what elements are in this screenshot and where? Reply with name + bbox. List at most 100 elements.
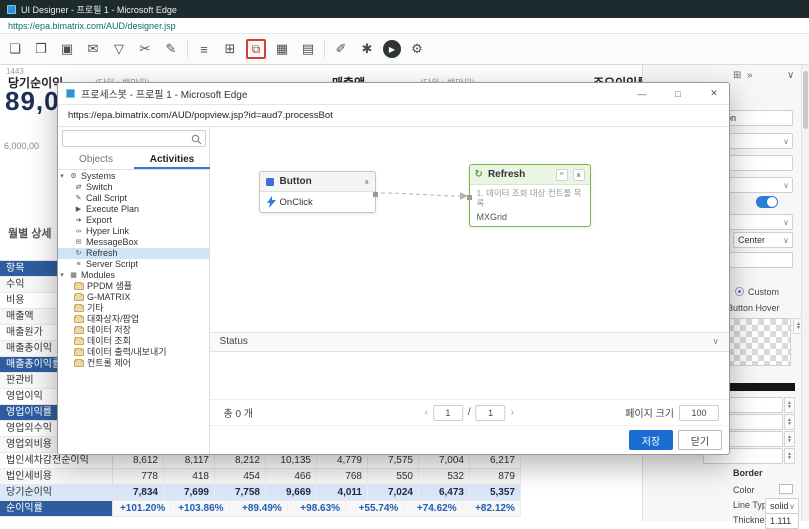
tree-item-대화상자-팝업[interactable]: 대화상자/팝업 — [58, 314, 210, 325]
filter-icon[interactable]: ▽ — [109, 39, 129, 59]
collapse-chevron-icon[interactable]: ∧ — [364, 178, 370, 186]
spin-1[interactable]: ▲ ▼ — [784, 397, 795, 413]
spin-4[interactable]: ▲ ▼ — [784, 448, 795, 464]
tree-item-refresh[interactable]: ↻ Refresh — [58, 248, 210, 259]
panel-grid-icon[interactable]: ⊞ — [733, 70, 741, 81]
enabled-toggle[interactable] — [756, 196, 778, 208]
align-select[interactable]: Center ∨ — [733, 232, 793, 248]
process-bot-icon[interactable]: ⧉ — [246, 39, 266, 59]
flow-canvas[interactable]: Button ∧ OnClick ↻ Refresh ≡ ∧ 1. 데이터 조회… — [209, 127, 729, 332]
list-icon[interactable]: ≡ — [194, 39, 214, 59]
refresh-node[interactable]: ↻ Refresh ≡ ∧ 1. 데이터 조회 대상 컨트롤 목록 MXGrid — [466, 164, 591, 227]
calendar-icon[interactable]: ▦ — [272, 39, 292, 59]
tree-item-데이터-저장[interactable]: 데이터 저장 — [58, 325, 210, 336]
popup-url[interactable]: https://epa.bimatrix.com/AUD/popview.jsp… — [68, 110, 333, 121]
current-page-input[interactable]: 1 — [432, 404, 463, 421]
save-icon[interactable]: ▣ — [57, 39, 77, 59]
close-button[interactable]: 닫기 — [678, 430, 722, 451]
tree-root-modules[interactable]: ▾ ▦ Modules — [58, 270, 210, 281]
mail-icon[interactable]: ✉ — [83, 39, 103, 59]
refresh-node-header[interactable]: ↻ Refresh ≡ ∧ — [469, 165, 590, 185]
panel-chevron-icon[interactable]: ∨ — [787, 70, 794, 81]
sidebar-tabs: Objects Activities — [58, 151, 210, 170]
row-value: 778 — [113, 469, 164, 484]
status-section-body — [209, 351, 729, 400]
popup-title: 프로세스봇 - 프로필 1 - Microsoft Edge — [81, 90, 248, 101]
minimize-button[interactable]: — — [627, 83, 657, 105]
status-section-header[interactable]: Status ∨ — [209, 331, 729, 352]
tree-item-hyper-link[interactable]: ∞ Hyper Link — [58, 226, 210, 237]
hyper-link-icon: ∞ — [76, 228, 81, 235]
address-bar[interactable]: https://epa.bimatrix.com/AUD/designer.js… — [0, 18, 809, 34]
tree-item-export[interactable]: ➜ Export — [58, 215, 210, 226]
button-node-out-port[interactable] — [372, 192, 378, 197]
thickness-field[interactable]: 1.111 — [765, 513, 799, 529]
tab-activities[interactable]: Activities — [134, 151, 210, 169]
custom-radio[interactable] — [735, 287, 744, 296]
gear-icon[interactable]: ⚙ — [407, 39, 427, 59]
close-window-button[interactable]: ✕ — [699, 83, 729, 105]
tree-item-컨트롤-제어[interactable]: 컨트롤 제어 — [58, 358, 210, 369]
tree-item-messagebox[interactable]: ✉ MessageBox — [58, 237, 210, 248]
button-node-event[interactable]: OnClick — [280, 197, 313, 208]
link-icon[interactable]: ⊞ — [220, 39, 240, 59]
edit-pencil-icon[interactable]: ✎ — [161, 39, 181, 59]
line-type-select[interactable]: solid ∨ — [765, 498, 799, 514]
button-node-header[interactable]: Button ∧ — [259, 172, 375, 192]
panel-collapse-icon[interactable]: » — [747, 70, 753, 81]
play-icon[interactable]: ▶ — [383, 40, 401, 58]
tree-item-데이터-조회[interactable]: 데이터 조회 — [58, 336, 210, 347]
refresh-node-menu-icon[interactable]: ≡ — [555, 168, 568, 181]
row-value: 8,212 — [215, 453, 266, 468]
tree-item-execute-plan[interactable]: ▶ Execute Plan — [58, 204, 210, 215]
tree-item-ppdm-샘플[interactable]: PPDM 샘플 — [58, 281, 210, 292]
row-value: 5,357 — [470, 485, 521, 500]
tools-icon[interactable]: ✱ — [357, 39, 377, 59]
panel-scrollbar[interactable] — [801, 65, 809, 521]
status-chevron-icon[interactable]: ∨ — [712, 336, 719, 347]
page-size-input[interactable]: 100 — [679, 404, 719, 421]
refresh-node-in-port[interactable] — [466, 195, 472, 200]
spin-3[interactable]: ▲ ▼ — [784, 431, 795, 447]
folder-icon — [74, 282, 84, 290]
tree-item-데이터-출력-내보내기[interactable]: 데이터 출력/내보내기 — [58, 347, 210, 358]
refresh-node-collapse-icon[interactable]: ∧ — [572, 168, 585, 181]
page-url[interactable]: https://epa.bimatrix.com/AUD/designer.js… — [8, 21, 176, 31]
monthly-detail-title: 월별 상세 — [8, 228, 52, 240]
browser-title-bar: UI Designer - 프로필 1 - Microsoft Edge — [0, 0, 809, 18]
tab-objects[interactable]: Objects — [58, 151, 134, 169]
tree-item-server-script[interactable]: ≡ Server Script — [58, 259, 210, 270]
tree-item-g-matrix[interactable]: G-MATRIX — [58, 292, 210, 303]
panel-scrollbar-thumb[interactable] — [803, 71, 808, 129]
search-input[interactable] — [62, 130, 206, 147]
maximize-button[interactable]: □ — [663, 83, 693, 105]
open-folder-icon[interactable]: ❒ — [31, 39, 51, 59]
border-color-swatch[interactable] — [779, 484, 793, 494]
compose-icon[interactable]: ✐ — [331, 39, 351, 59]
save-button[interactable]: 저장 — [629, 430, 673, 451]
tree-root-systems[interactable]: ▾ ⚙ Systems — [58, 171, 210, 182]
table-row[interactable]: 순이익률 +101.20% +103.86% +89.49% +98.63% +55.74… — [0, 501, 521, 517]
color-label: Color — [733, 485, 755, 495]
expander-icon[interactable]: ▾ — [58, 171, 66, 182]
tree-item-call-script[interactable]: ✎ Call Script — [58, 193, 210, 204]
table-row[interactable]: 법인세비용 778 418 454 466 768 550 532 879 — [0, 469, 521, 485]
new-document-icon[interactable]: ❏ — [5, 39, 25, 59]
popup-address-bar[interactable]: https://epa.bimatrix.com/AUD/popview.jsp… — [58, 105, 729, 127]
button-node[interactable]: Button ∧ OnClick — [258, 171, 378, 213]
expander-icon[interactable]: ▾ — [58, 270, 66, 281]
row-value: 768 — [317, 469, 368, 484]
prev-page-icon[interactable]: ‹ — [425, 407, 428, 418]
refresh-node-target[interactable]: MXGrid — [470, 212, 590, 226]
row-value: 454 — [215, 469, 266, 484]
table-row[interactable]: 당기순이익 7,834 7,699 7,758 9,669 4,011 7,024 6,473… — [0, 485, 521, 501]
popup-favicon — [66, 89, 75, 98]
tree-item-switch[interactable]: ⇄ Switch — [58, 182, 210, 193]
spin-2[interactable]: ▲ ▼ — [784, 414, 795, 430]
tree-item-기타[interactable]: 기타 — [58, 303, 210, 314]
dataset-icon[interactable]: ▤ — [298, 39, 318, 59]
cut-icon[interactable]: ✂ — [135, 39, 155, 59]
designer-toolbar: ❏ ❒ ▣ ✉ ▽ ✂ ✎ ≡ ⊞ ⧉ ▦ ▤ ✐ ✱ ▶ ⚙ — [0, 34, 809, 65]
table-row[interactable]: 법인세차감전순이익 8,612 8,117 8,212 10,135 4,779 7,575… — [0, 453, 521, 469]
next-page-icon[interactable]: › — [511, 407, 514, 418]
